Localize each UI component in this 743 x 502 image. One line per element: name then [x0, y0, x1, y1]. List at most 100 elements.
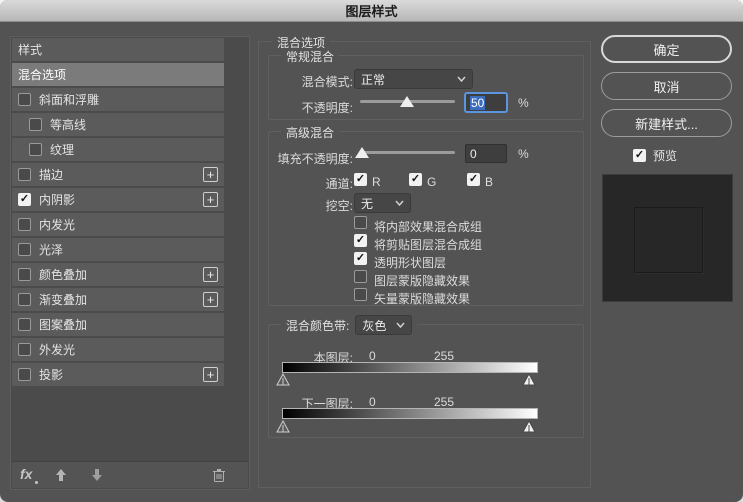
channel-b-label: B — [485, 175, 493, 189]
blend-interior-label: 将内部效果混合成组 — [374, 218, 482, 235]
slider-thumb[interactable] — [355, 147, 369, 158]
this-layer-white-thumb[interactable] — [522, 373, 536, 386]
sidebar-item-styles[interactable]: 样式 — [12, 38, 224, 61]
underlying-layer-gradient-bar — [282, 408, 538, 419]
ok-button-label: 确定 — [653, 40, 679, 59]
sidebar-item-label: 内阴影 — [39, 191, 75, 208]
check-icon: ✓ — [411, 174, 420, 185]
sidebar-item-pattern-overlay[interactable]: ✓ 图案叠加 — [12, 313, 224, 336]
effect-checkbox[interactable]: ✓ — [18, 93, 31, 106]
sidebar-item-satin[interactable]: ✓ 光泽 — [12, 238, 224, 261]
sidebar-item-label: 颜色叠加 — [39, 266, 87, 283]
opacity-value: 50 — [470, 96, 485, 110]
fx-menu-button[interactable]: fx — [20, 466, 32, 484]
sidebar-item-label: 描边 — [39, 166, 63, 183]
effect-checkbox[interactable]: ✓ — [18, 293, 31, 306]
channel-r-checkbox[interactable]: ✓ — [354, 173, 367, 186]
slider-thumb[interactable] — [400, 96, 414, 107]
slider-track — [360, 151, 455, 154]
blend-mode-select[interactable]: 正常 — [354, 69, 473, 89]
underlying-layer-white-thumb[interactable] — [522, 420, 536, 433]
vector-mask-hides-checkbox[interactable]: ✓ — [354, 288, 367, 301]
ok-button[interactable]: 确定 — [601, 35, 732, 63]
blend-clipped-checkbox[interactable]: ✓ — [354, 234, 367, 247]
sidebar-item-texture[interactable]: ✓ 纹理 — [12, 138, 224, 161]
style-preview-thumbnail — [602, 174, 733, 302]
move-effect-down-button[interactable] — [90, 468, 104, 482]
titlebar[interactable]: 图层样式 — [0, 0, 743, 22]
arrow-up-icon — [54, 468, 68, 482]
channel-g-checkbox[interactable]: ✓ — [409, 173, 422, 186]
chevron-down-icon — [457, 76, 466, 82]
preview-toggle[interactable]: ✓ 预览 — [633, 147, 677, 164]
this-layer-gradient-bar — [282, 362, 538, 373]
fill-opacity-slider[interactable] — [360, 145, 455, 161]
this-layer-min: 0 — [369, 349, 376, 363]
effect-checkbox[interactable]: ✓ — [29, 118, 42, 131]
sidebar-item-label: 渐变叠加 — [39, 291, 87, 308]
sidebar-item-label: 斜面和浮雕 — [39, 91, 99, 108]
effect-checkbox[interactable]: ✓ — [29, 143, 42, 156]
channels-label: 通道: — [203, 175, 353, 192]
add-effect-plus-icon[interactable]: + — [203, 292, 218, 307]
sidebar-item-label: 光泽 — [39, 241, 63, 258]
check-icon: ✓ — [356, 253, 365, 264]
arrow-down-icon — [90, 468, 104, 482]
underlying-layer-min: 0 — [369, 395, 376, 409]
channel-b-checkbox[interactable]: ✓ — [467, 173, 480, 186]
trash-icon — [212, 468, 226, 483]
blend-interior-checkbox[interactable]: ✓ — [354, 216, 367, 229]
layer-mask-hides-checkbox[interactable]: ✓ — [354, 270, 367, 283]
effect-checkbox[interactable]: ✓ — [18, 218, 31, 231]
blend-if-value: 灰色 — [362, 317, 386, 334]
transparency-shapes-label: 透明形状图层 — [374, 254, 446, 271]
sidebar-item-blending-options[interactable]: 混合选项 — [12, 63, 224, 86]
blend-if-select[interactable]: 灰色 — [355, 315, 412, 335]
effect-checkbox[interactable]: ✓ — [18, 368, 31, 381]
sidebar-item-drop-shadow[interactable]: ✓ 投影 + — [12, 363, 224, 386]
sidebar-item-contour[interactable]: ✓ 等高线 — [12, 113, 224, 136]
underlying-layer-max: 255 — [434, 395, 454, 409]
sidebar-item-bevel-emboss[interactable]: ✓ 斜面和浮雕 — [12, 88, 224, 111]
check-icon: ✓ — [20, 194, 29, 205]
general-blending-group: 常规混合 混合模式: 正常 不透明度: 50 % — [268, 55, 584, 120]
preview-checkbox[interactable]: ✓ — [633, 149, 646, 162]
opacity-slider[interactable] — [360, 94, 455, 110]
add-effect-plus-icon[interactable]: + — [203, 267, 218, 282]
sidebar-item-label: 等高线 — [50, 116, 86, 133]
effect-checkbox[interactable]: ✓ — [18, 243, 31, 256]
move-effect-up-button[interactable] — [54, 468, 68, 482]
this-layer-black-thumb[interactable] — [276, 373, 290, 386]
sidebar-item-label: 投影 — [39, 366, 63, 383]
sidebar-item-inner-shadow[interactable]: ✓ 内阴影 + — [12, 188, 224, 211]
fx-menu-indicator — [35, 481, 38, 484]
sidebar-item-label: 图案叠加 — [39, 316, 87, 333]
sidebar-item-stroke[interactable]: ✓ 描边 + — [12, 163, 224, 186]
vector-mask-hides-label: 矢量蒙版隐藏效果 — [374, 290, 470, 307]
effect-checkbox[interactable]: ✓ — [18, 168, 31, 181]
advanced-blending-group: 高级混合 填充不透明度: 0 % 通道: ✓ R ✓ G ✓ B 挖空: 无 ✓ — [268, 131, 584, 306]
knockout-select[interactable]: 无 — [354, 193, 411, 213]
opacity-input[interactable]: 50 — [465, 93, 507, 112]
blend-clipped-label: 将剪贴图层混合成组 — [374, 236, 482, 253]
cancel-button[interactable]: 取消 — [601, 72, 732, 100]
sidebar-item-outer-glow[interactable]: ✓ 外发光 — [12, 338, 224, 361]
sidebar-item-inner-glow[interactable]: ✓ 内发光 — [12, 213, 224, 236]
blend-if-label: 混合颜色带: — [286, 317, 349, 334]
effect-checkbox[interactable]: ✓ — [18, 318, 31, 331]
effect-checkbox[interactable]: ✓ — [18, 343, 31, 356]
blend-if-legend: 混合颜色带: 灰色 — [281, 315, 417, 335]
transparency-shapes-checkbox[interactable]: ✓ — [354, 252, 367, 265]
sidebar-item-gradient-overlay[interactable]: ✓ 渐变叠加 + — [12, 288, 224, 311]
new-style-button[interactable]: 新建样式... — [601, 109, 732, 137]
effect-checkbox[interactable]: ✓ — [18, 268, 31, 281]
opacity-label: 不透明度: — [203, 99, 353, 116]
add-effect-plus-icon[interactable]: + — [203, 367, 218, 382]
underlying-layer-black-thumb[interactable] — [276, 420, 290, 433]
delete-effect-button[interactable] — [212, 468, 226, 483]
opacity-unit: % — [518, 96, 529, 110]
check-icon: ✓ — [356, 174, 365, 185]
fill-opacity-input[interactable]: 0 — [465, 144, 507, 163]
sidebar-item-color-overlay[interactable]: ✓ 颜色叠加 + — [12, 263, 224, 286]
effect-checkbox[interactable]: ✓ — [18, 193, 31, 206]
